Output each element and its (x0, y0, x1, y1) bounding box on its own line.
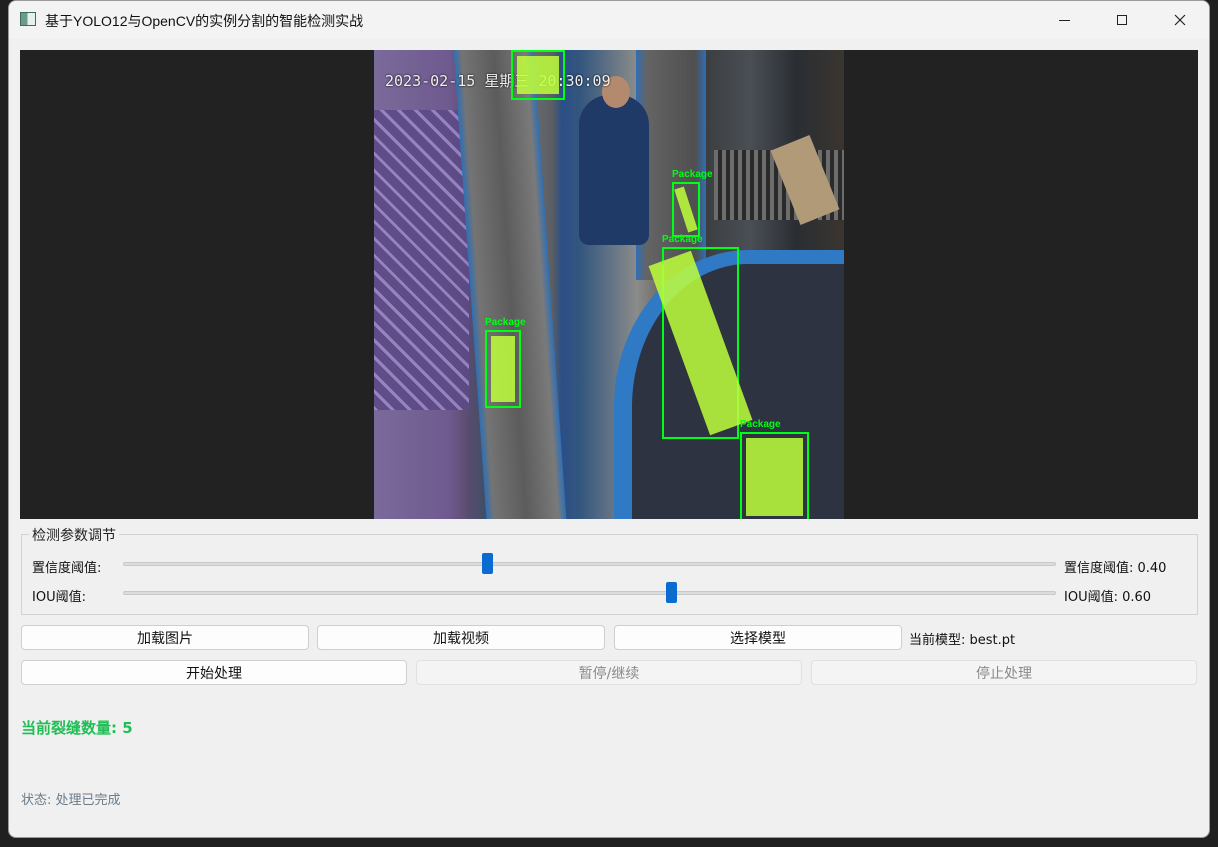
current-model-label: 当前模型: best.pt (909, 633, 1016, 648)
iou-label: IOU阈值: (32, 590, 86, 605)
app-icon (20, 12, 36, 26)
select-model-button[interactable]: 选择模型 (614, 625, 902, 650)
confidence-slider[interactable] (123, 553, 1056, 574)
confidence-label: 置信度阈值: (32, 561, 102, 576)
detection-box (511, 50, 565, 100)
title-bar: 基于YOLO12与OpenCV的实例分割的智能检测实战 (9, 1, 1209, 39)
maximize-button[interactable] (1093, 1, 1151, 39)
params-group (21, 534, 1198, 615)
maximize-icon (1117, 15, 1127, 25)
scene-person (579, 95, 649, 245)
video-timestamp: 2023-02-15 星期三 20:30:09 (385, 72, 611, 90)
app-window: 基于YOLO12与OpenCV的实例分割的智能检测实战 2023-02-15 星… (8, 0, 1210, 838)
detection-mask (517, 56, 559, 94)
close-icon (1174, 14, 1186, 26)
pause-resume-button[interactable]: 暂停/继续 (416, 660, 802, 685)
load-video-button[interactable]: 加载视频 (317, 625, 605, 650)
detection-box: Package (648, 234, 753, 439)
detection-box: Package (672, 169, 713, 237)
detection-mask (674, 186, 698, 233)
load-image-button[interactable]: 加载图片 (21, 625, 309, 650)
detection-label: Package (485, 317, 526, 328)
detection-label: Package (662, 234, 703, 245)
detection-frame: 2023-02-15 星期三 20:30:09 Package Package … (374, 50, 844, 519)
close-button[interactable] (1151, 1, 1209, 39)
detection-label: Package (672, 169, 713, 180)
iou-value: IOU阈值: 0.60 (1064, 590, 1152, 605)
scene-conveyor-left (453, 50, 567, 519)
detection-mask (746, 438, 803, 516)
minimize-icon (1058, 19, 1070, 21)
detection-mask (491, 336, 515, 402)
start-button[interactable]: 开始处理 (21, 660, 407, 685)
status-label: 状态: 处理已完成 (21, 793, 121, 808)
iou-slider[interactable] (123, 582, 1056, 603)
video-display: 2023-02-15 星期三 20:30:09 Package Package … (20, 50, 1198, 519)
window-title: 基于YOLO12与OpenCV的实例分割的智能检测实战 (45, 13, 364, 29)
minimize-button[interactable] (1035, 1, 1093, 39)
detection-mask (648, 250, 753, 436)
detection-box: Package (485, 317, 526, 408)
confidence-slider-thumb[interactable] (482, 553, 493, 574)
iou-slider-thumb[interactable] (666, 582, 677, 603)
confidence-value: 置信度阈值: 0.40 (1064, 561, 1167, 576)
scene-cage (374, 110, 469, 410)
crack-count-label: 当前裂缝数量: 5 (21, 719, 133, 737)
stop-button[interactable]: 停止处理 (811, 660, 1197, 685)
detection-label: Package (740, 419, 781, 430)
params-group-title: 检测参数调节 (29, 525, 119, 545)
detection-box: Package (740, 419, 809, 519)
